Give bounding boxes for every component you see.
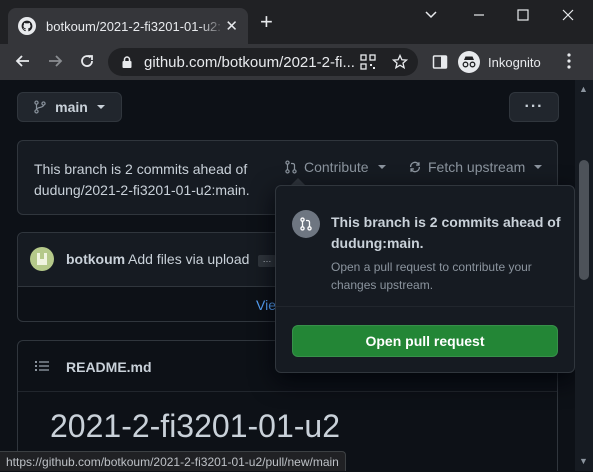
fetch-upstream-button[interactable]: Fetch upstream <box>408 159 543 175</box>
contribute-popover: This branch is 2 commits ahead of dudung… <box>275 185 575 373</box>
readme-heading: 2021-2-fi3201-01-u2 <box>50 408 340 444</box>
forward-icon[interactable] <box>46 52 64 70</box>
tab-title: botkoum/2021-2-fi3201-01-u2: e <box>46 18 226 34</box>
open-pull-request-button[interactable]: Open pull request <box>292 325 558 357</box>
popover-description-line2: changes upstream. <box>331 278 434 292</box>
reload-icon[interactable] <box>78 52 96 70</box>
maximize-icon[interactable] <box>516 8 530 22</box>
bookmark-star-icon[interactable] <box>392 54 408 70</box>
lock-icon <box>122 56 132 68</box>
branch-name: main <box>55 99 88 115</box>
new-tab-button[interactable]: + <box>260 11 273 33</box>
popover-title-line1: This branch is 2 commits ahead of <box>331 214 561 230</box>
ahead-text-line1: This branch is 2 commits ahead of <box>34 161 248 177</box>
incognito-icon <box>458 51 480 73</box>
ahead-text-line2: dudung/2021-2-fi3201-01-u2:main. <box>34 182 250 198</box>
browser-titlebar: botkoum/2021-2-fi3201-01-u2: e ✕ + <box>0 0 593 44</box>
tab-search-icon[interactable] <box>424 8 438 22</box>
browser-tab[interactable]: botkoum/2021-2-fi3201-01-u2: e ✕ <box>8 8 248 44</box>
scroll-thumb[interactable] <box>579 160 589 280</box>
pull-request-icon <box>285 160 297 174</box>
browser-toolbar: github.com/botkoum/2021-2-fi... Inkognit… <box>0 44 593 80</box>
avatar[interactable] <box>30 247 54 271</box>
scroll-up-icon[interactable]: ▲ <box>579 84 588 94</box>
side-panel-icon[interactable] <box>432 54 448 70</box>
caret-down-icon <box>96 105 105 109</box>
caret-down-icon <box>377 165 386 169</box>
pull-request-badge-icon <box>292 210 320 238</box>
address-bar[interactable]: github.com/botkoum/2021-2-fi... <box>108 48 418 76</box>
back-icon[interactable] <box>14 52 32 70</box>
caret-down-icon <box>534 165 543 169</box>
list-icon[interactable] <box>35 360 49 372</box>
link-status-bubble: https://github.com/botkoum/2021-2-fi3201… <box>0 451 346 471</box>
commit-author[interactable]: botkoum <box>66 251 125 267</box>
page-scrollbar[interactable]: ▲ ▼ <box>575 80 593 471</box>
sync-icon <box>409 161 421 173</box>
branch-icon <box>34 100 46 114</box>
url-text: github.com/botkoum/2021-2-fi... <box>144 53 355 71</box>
more-options-button[interactable]: ··· <box>509 92 559 122</box>
more-dots-icon: ··· <box>524 98 544 115</box>
open-pull-request-label: Open pull request <box>365 333 485 349</box>
minimize-icon[interactable] <box>472 8 486 22</box>
branch-selector-button[interactable]: main <box>17 92 122 122</box>
readme-filename: README.md <box>66 359 152 375</box>
view-commits-link[interactable]: Vie <box>256 297 276 313</box>
scroll-down-icon[interactable]: ▼ <box>579 456 588 466</box>
fetch-upstream-label: Fetch upstream <box>428 159 526 175</box>
commit-expand-button[interactable]: … <box>258 255 276 267</box>
incognito-indicator[interactable]: Inkognito <box>458 48 541 76</box>
contribute-label: Contribute <box>304 159 369 175</box>
popover-title-line2: dudung:main. <box>331 235 424 251</box>
qr-code-icon[interactable] <box>360 54 376 70</box>
incognito-label: Inkognito <box>488 54 541 70</box>
close-window-icon[interactable] <box>561 8 575 22</box>
tab-close-icon[interactable]: ✕ <box>225 17 238 35</box>
github-icon <box>18 17 36 35</box>
popover-description-line1: Open a pull request to contribute your <box>331 260 532 274</box>
contribute-button[interactable]: Contribute <box>284 159 387 175</box>
browser-menu-icon[interactable] <box>566 52 572 70</box>
commit-message[interactable]: Add files via upload <box>128 251 249 267</box>
